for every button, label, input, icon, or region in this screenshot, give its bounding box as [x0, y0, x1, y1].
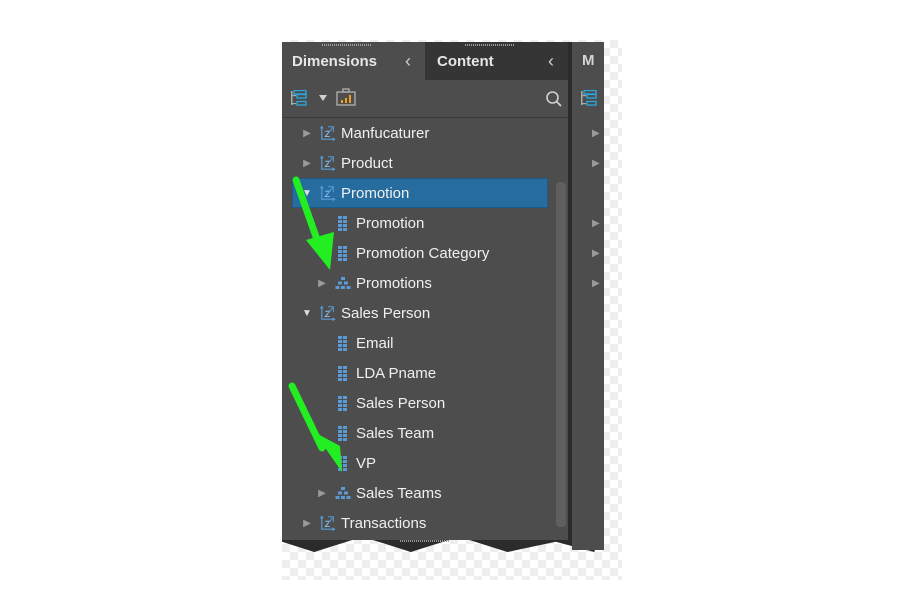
- tree-item-label: Sales Person: [341, 304, 431, 322]
- tree-item-attribute[interactable]: Promotion Category: [282, 238, 552, 268]
- dimension-icon: [320, 125, 336, 141]
- attribute-icon: [335, 215, 351, 231]
- tree-item-label: Manfucaturer: [341, 124, 430, 142]
- dimensions-toolbar: [282, 80, 568, 118]
- tree-item-attribute[interactable]: Email: [282, 328, 552, 358]
- report-briefcase-icon[interactable]: [336, 88, 356, 106]
- tree-scrollbar[interactable]: [556, 182, 566, 527]
- attribute-icon: [335, 365, 351, 381]
- tab-measures-label[interactable]: M: [582, 52, 595, 69]
- tree-item-label: Promotion: [356, 214, 425, 232]
- tree-item-dimension[interactable]: ▶ Product: [282, 148, 552, 178]
- expand-arrow-icon[interactable]: ▶: [302, 128, 312, 139]
- dimensions-panel: Dimensions ‹ Content ‹ ▶ Manfucaturer ▶ …: [282, 42, 568, 542]
- tab-content-label: Content: [437, 52, 494, 70]
- tree-item-label: Transactions: [341, 514, 427, 532]
- tree-item-hierarchy[interactable]: ▶ Promotions: [282, 268, 552, 298]
- tree-item-dimension[interactable]: ▼ Promotion: [292, 178, 548, 208]
- resize-grip[interactable]: [400, 540, 450, 542]
- dimension-icon: [320, 305, 336, 321]
- hierarchy-view-icon[interactable]: [290, 90, 308, 106]
- expand-arrow-icon[interactable]: ▶: [302, 518, 312, 529]
- hierarchy-view-icon[interactable]: [580, 90, 598, 106]
- drag-grip[interactable]: [322, 44, 372, 46]
- tree-item-label: Email: [356, 334, 394, 352]
- dimension-icon: [320, 185, 336, 201]
- collapse-chevron-icon[interactable]: ‹: [405, 51, 411, 72]
- hierarchy-icon: [335, 485, 351, 501]
- dimension-icon: [320, 155, 336, 171]
- tree-item-attribute[interactable]: LDA Pname: [282, 358, 552, 388]
- attribute-icon: [335, 245, 351, 261]
- drag-grip[interactable]: [465, 44, 515, 46]
- measures-panel-partial: M ▶ ▶ ▶ ▶ ▶: [572, 42, 604, 550]
- expand-arrow-icon[interactable]: ▶: [592, 248, 600, 259]
- expand-arrow-icon[interactable]: ▶: [592, 218, 600, 229]
- expand-arrow-icon[interactable]: ▶: [317, 488, 327, 499]
- tree-item-hierarchy[interactable]: ▶ Sales Teams: [282, 478, 552, 508]
- tree-item-label: Promotions: [356, 274, 432, 292]
- tree-item-attribute[interactable]: Promotion: [282, 208, 552, 238]
- panel-tabbar: Dimensions ‹ Content ‹: [282, 42, 568, 80]
- attribute-icon: [335, 455, 351, 471]
- expand-arrow-icon[interactable]: ▶: [592, 158, 600, 169]
- expand-arrow-icon[interactable]: ▶: [317, 278, 327, 289]
- collapse-chevron-icon[interactable]: ‹: [548, 51, 554, 72]
- tree-item-label: Promotion Category: [356, 244, 490, 262]
- attribute-icon: [335, 335, 351, 351]
- tree-item-label: Product: [341, 154, 393, 172]
- expand-arrow-icon[interactable]: ▶: [592, 128, 600, 139]
- tree-item-label: Promotion: [341, 184, 410, 202]
- tree-item-label: LDA Pname: [356, 364, 437, 382]
- tree-item-attribute[interactable]: Sales Team: [282, 418, 552, 448]
- dimension-icon: [320, 515, 336, 531]
- expand-arrow-icon[interactable]: ▶: [302, 158, 312, 169]
- tree-item-label: VP: [356, 454, 377, 472]
- dropdown-caret-icon[interactable]: [319, 95, 327, 101]
- tree-item-attribute[interactable]: Sales Person: [282, 388, 552, 418]
- tree-item-label: Sales Teams: [356, 484, 442, 502]
- tree-item-label: Sales Person: [356, 394, 446, 412]
- tree-item-dimension[interactable]: ▶ Manfucaturer: [282, 118, 552, 148]
- expand-arrow-icon[interactable]: ▶: [592, 278, 600, 289]
- tree-item-dimension[interactable]: ▼ Sales Person: [282, 298, 552, 328]
- tab-dimensions-label: Dimensions: [292, 52, 378, 70]
- collapse-arrow-icon[interactable]: ▼: [302, 188, 312, 199]
- attribute-icon: [335, 395, 351, 411]
- tab-dimensions[interactable]: Dimensions ‹: [282, 42, 425, 80]
- attribute-icon: [335, 425, 351, 441]
- tree-item-label: Sales Team: [356, 424, 435, 442]
- tree-item-dimension[interactable]: ▶ Transactions: [282, 508, 552, 538]
- collapse-arrow-icon[interactable]: ▼: [302, 308, 312, 319]
- tab-content[interactable]: Content ‹: [425, 42, 568, 80]
- tree-item-attribute[interactable]: VP: [282, 448, 552, 478]
- hierarchy-icon: [335, 275, 351, 291]
- search-icon[interactable]: [545, 90, 563, 108]
